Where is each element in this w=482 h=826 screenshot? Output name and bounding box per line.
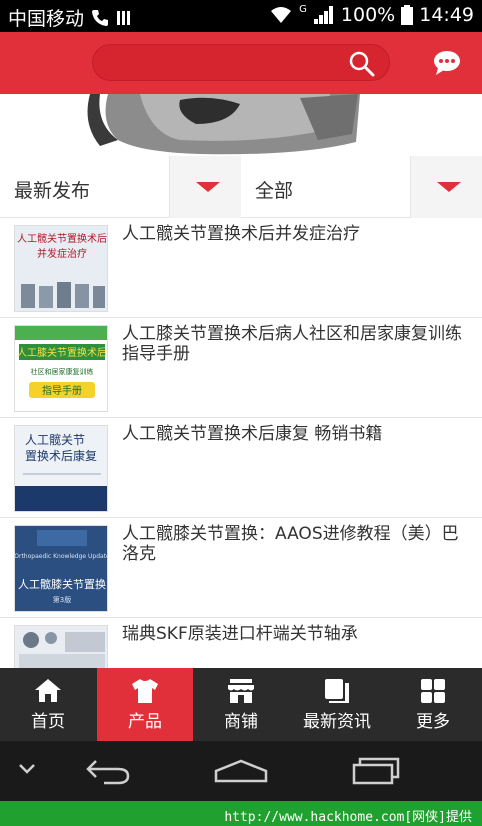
home-icon <box>34 678 62 704</box>
list-item[interactable]: 人工膝关节置换术后 社区和居家康复训练 指导手册 人工膝关节置换术后病人社区和居… <box>0 318 482 418</box>
tab-store-label: 商铺 <box>224 712 258 732</box>
product-thumbnail: 人工髋关节 置换术后康复 <box>14 425 108 512</box>
tab-home[interactable]: 首页 <box>0 668 96 741</box>
banner-product-image <box>0 94 482 156</box>
svg-text:第3版: 第3版 <box>53 595 71 604</box>
svg-text:社区和居家康复训练: 社区和居家康复训练 <box>31 367 94 376</box>
svg-text:人工髋膝关节置换: 人工髋膝关节置换 <box>18 577 106 591</box>
sort-filter[interactable]: 最新发布 <box>0 156 241 218</box>
svg-text:人工髋关节: 人工髋关节 <box>25 432 85 447</box>
battery-level: 100% <box>340 4 396 26</box>
tab-products[interactable]: 产品 <box>97 668 193 741</box>
banner-image[interactable] <box>0 94 482 156</box>
svg-text:并发症治疗: 并发症治疗 <box>37 247 87 260</box>
search-input[interactable] <box>92 44 390 81</box>
shirt-icon <box>131 678 159 704</box>
status-bar: 中国移动 G 100% 14:49 <box>0 0 482 32</box>
network-type: G <box>299 3 307 15</box>
battery-icon <box>401 5 414 25</box>
svg-text:Orthopaedic Knowledge Update: Orthopaedic Knowledge Update <box>15 553 108 560</box>
back-icon[interactable] <box>84 757 132 789</box>
system-nav-bar <box>0 741 482 801</box>
list-item[interactable]: 人工髋关节 置换术后康复 人工髋关节置换术后康复 畅销书籍 <box>0 418 482 518</box>
list-item[interactable]: 人工髋关节置换术后 并发症治疗 人工髋关节置换术后并发症治疗 <box>0 218 482 318</box>
search-icon[interactable] <box>349 51 375 81</box>
product-thumbnail: 人工髋关节置换术后 并发症治疗 <box>14 225 108 312</box>
signal-bars-icon <box>116 9 132 27</box>
product-thumbnail: Orthopaedic Knowledge Update 人工髋膝关节置换 第3… <box>14 525 108 612</box>
product-thumbnail <box>14 625 108 668</box>
store-icon <box>227 678 255 704</box>
list-item[interactable]: Orthopaedic Knowledge Update 人工髋膝关节置换 第3… <box>0 518 482 618</box>
app-header <box>0 32 482 94</box>
tab-more[interactable]: 更多 <box>385 668 481 741</box>
chat-icon[interactable] <box>432 50 462 80</box>
svg-text:人工膝关节置换术后: 人工膝关节置换术后 <box>17 346 107 359</box>
tab-home-label: 首页 <box>31 712 65 732</box>
bottom-tab-bar: 首页 产品 商铺 最新资讯 更多 <box>0 668 482 741</box>
sort-filter-label: 最新发布 <box>14 180 91 202</box>
status-left: 中国移动 <box>8 4 132 31</box>
chevron-down-icon <box>196 182 220 192</box>
product-thumbnail: 人工膝关节置换术后 社区和居家康复训练 指导手册 <box>14 325 108 412</box>
product-title: 瑞典SKF原装进口杆端关节轴承 <box>122 624 358 644</box>
svg-text:指导手册: 指导手册 <box>42 384 82 397</box>
tab-more-label: 更多 <box>416 712 450 732</box>
product-title: 人工髋关节置换术后康复 畅销书籍 <box>122 424 383 444</box>
product-title: 人工髋膝关节置换：AAOS进修教程（美）巴洛克 <box>122 524 459 564</box>
news-icon <box>323 678 351 704</box>
svg-text:人工髋关节置换术后: 人工髋关节置换术后 <box>17 232 107 245</box>
clock: 14:49 <box>419 4 474 26</box>
list-item[interactable]: 瑞典SKF原装进口杆端关节轴承 <box>0 618 482 668</box>
grid-icon <box>419 678 447 704</box>
chevron-down-icon <box>437 182 461 192</box>
status-right: G 100% 14:49 <box>269 4 474 26</box>
home-button-icon[interactable] <box>214 759 268 787</box>
cell-signal-icon <box>313 5 335 25</box>
sort-dropdown-button[interactable] <box>169 156 241 218</box>
chevron-down-icon[interactable] <box>18 761 36 780</box>
tab-products-label: 产品 <box>128 712 162 732</box>
recent-apps-icon[interactable] <box>352 755 400 789</box>
svg-text:置换术后康复: 置换术后康复 <box>25 448 97 463</box>
product-title: 人工膝关节置换术后病人社区和居家康复训练指导手册 <box>122 324 462 364</box>
filter-bar: 最新发布 全部 <box>0 156 482 218</box>
watermark-text: http://www.hackhome.com[网侠]提供 <box>224 810 472 825</box>
watermark-bar: http://www.hackhome.com[网侠]提供 <box>0 801 482 826</box>
tab-news[interactable]: 最新资讯 <box>289 668 385 741</box>
wifi-icon <box>269 6 293 24</box>
category-filter[interactable]: 全部 <box>241 156 482 218</box>
category-dropdown-button[interactable] <box>410 156 482 218</box>
tab-news-label: 最新资讯 <box>303 712 371 732</box>
product-title: 人工髋关节置换术后并发症治疗 <box>122 224 360 244</box>
phone-icon <box>90 8 110 28</box>
category-filter-label: 全部 <box>255 180 294 202</box>
carrier-name: 中国移动 <box>8 8 85 30</box>
tab-store[interactable]: 商铺 <box>193 668 289 741</box>
product-list: 人工髋关节置换术后 并发症治疗 人工髋关节置换术后并发症治疗 人工膝关节置换术后… <box>0 218 482 668</box>
